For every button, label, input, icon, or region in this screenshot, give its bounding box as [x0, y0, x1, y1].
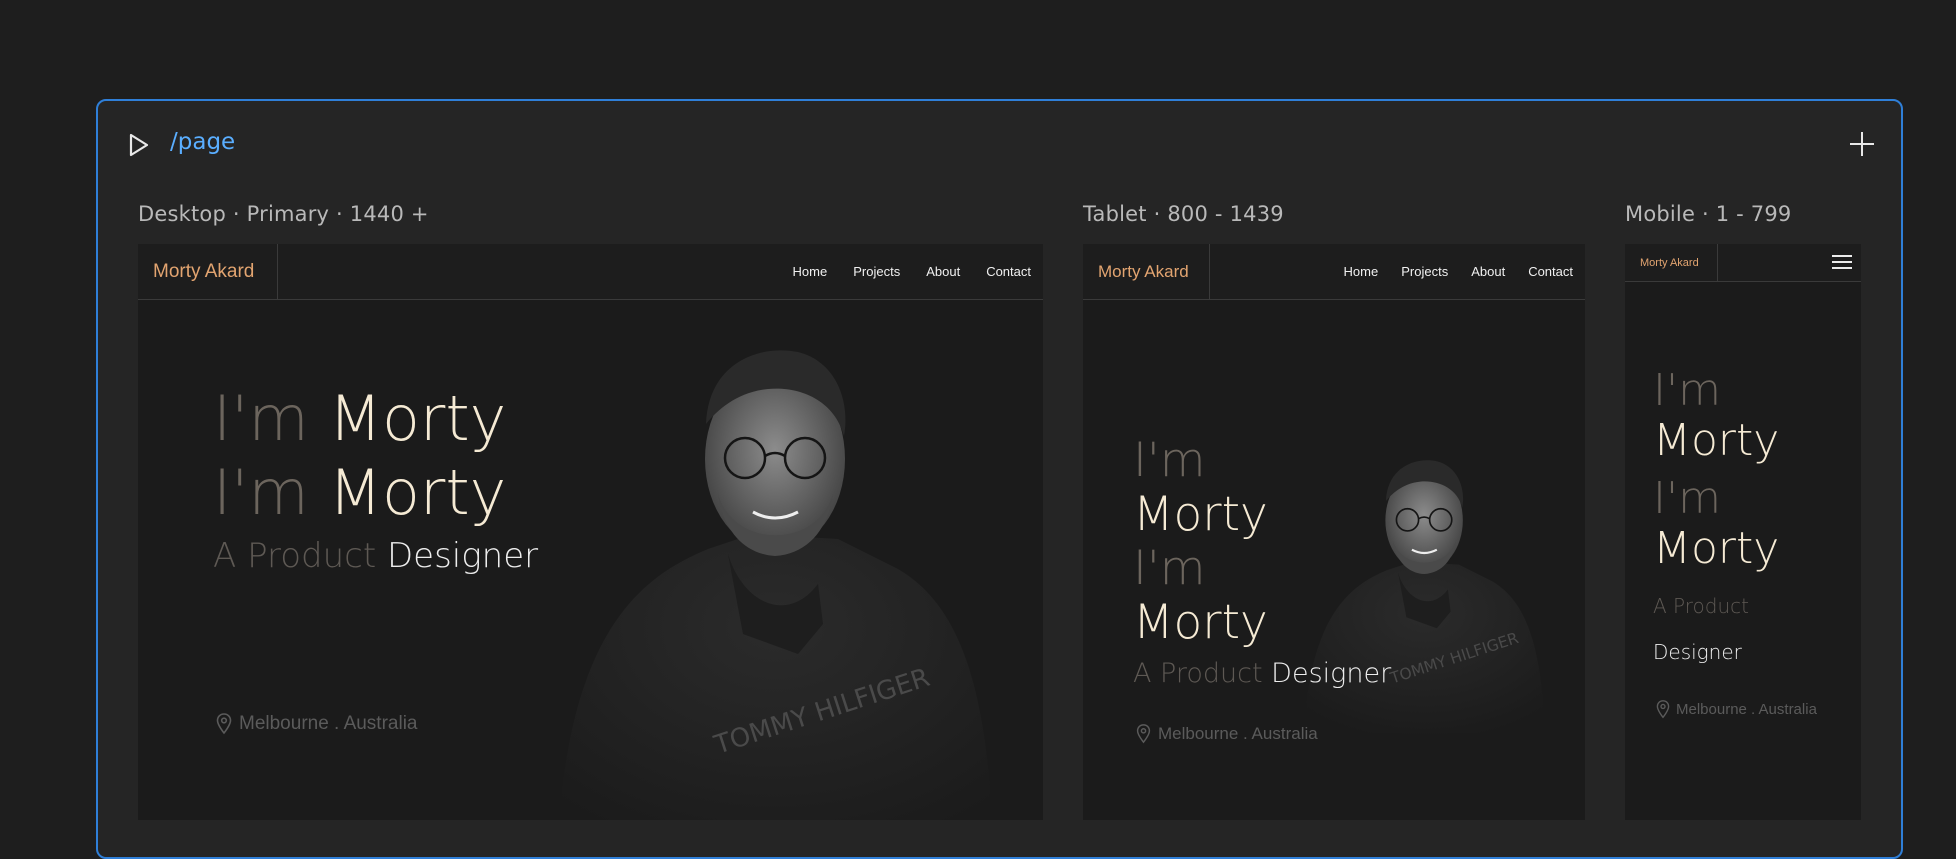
map-pin-icon	[216, 713, 232, 735]
mobile-breakpoint-label: Mobile · 1 - 799	[1625, 202, 1792, 226]
portrait-photo: TOMMY HILFIGER	[559, 350, 993, 820]
mobile-hero-block-1: I'm Morty	[1653, 365, 1780, 466]
nav-contact[interactable]: Contact	[986, 264, 1031, 279]
page-path[interactable]: /page	[170, 129, 235, 155]
nav-home[interactable]: Home	[1344, 264, 1379, 279]
nav-projects[interactable]: Projects	[853, 264, 900, 279]
desktop-preview: Morty Akard Home Projects About Contact …	[138, 244, 1043, 820]
tablet-location: Melbourne . Australia	[1136, 724, 1318, 744]
play-icon[interactable]	[124, 131, 152, 159]
desktop-hero-line-2: I'm Morty	[213, 456, 507, 529]
map-pin-icon	[1656, 700, 1670, 719]
nav-projects[interactable]: Projects	[1401, 264, 1448, 279]
nav-contact[interactable]: Contact	[1528, 264, 1573, 279]
plus-icon[interactable]	[1847, 129, 1877, 159]
desktop-hero-line-1: I'm Morty	[213, 382, 507, 455]
mobile-brand-logo[interactable]: Morty Akard	[1625, 244, 1718, 281]
tablet-breakpoint-label: Tablet · 800 - 1439	[1083, 202, 1284, 226]
tablet-navbar: Morty Akard Home Projects About Contact	[1083, 244, 1585, 300]
nav-about[interactable]: About	[1471, 264, 1505, 279]
map-pin-icon	[1136, 724, 1151, 744]
tablet-hero-block-2: I'm Morty	[1133, 541, 1268, 650]
mobile-hero-subtitle-b: Designer	[1653, 640, 1742, 664]
portrait-photo: TOMMY HILFIGER	[1304, 460, 1545, 734]
tablet-nav-links: Home Projects About Contact	[1344, 244, 1573, 299]
tablet-hero-subtitle: A Product Designer	[1133, 658, 1392, 689]
frame-toolbar: /page	[98, 101, 1901, 187]
tablet-hero-block-1: I'm Morty	[1133, 433, 1268, 542]
mobile-location: Melbourne . Australia	[1656, 700, 1817, 719]
tablet-brand-logo[interactable]: Morty Akard	[1083, 244, 1210, 299]
mobile-hero-subtitle-a: A Product	[1653, 594, 1749, 618]
desktop-location: Melbourne . Australia	[216, 713, 418, 735]
hamburger-menu-icon[interactable]	[1831, 253, 1853, 271]
desktop-hero-subtitle: A Product Designer	[213, 536, 539, 576]
nav-home[interactable]: Home	[793, 264, 828, 279]
desktop-breakpoint-label: Desktop · Primary · 1440 +	[138, 202, 429, 226]
mobile-navbar: Morty Akard	[1625, 244, 1861, 282]
tablet-preview: Morty Akard Home Projects About Contact …	[1083, 244, 1585, 820]
mobile-hero-block-2: I'm Morty	[1653, 473, 1780, 574]
nav-about[interactable]: About	[926, 264, 960, 279]
desktop-nav-links: Home Projects About Contact	[793, 244, 1031, 299]
desktop-brand-logo[interactable]: Morty Akard	[138, 244, 278, 299]
mobile-preview: Morty Akard I'm Morty I'm Morty A Produc…	[1625, 244, 1861, 820]
desktop-navbar: Morty Akard Home Projects About Contact	[138, 244, 1043, 300]
